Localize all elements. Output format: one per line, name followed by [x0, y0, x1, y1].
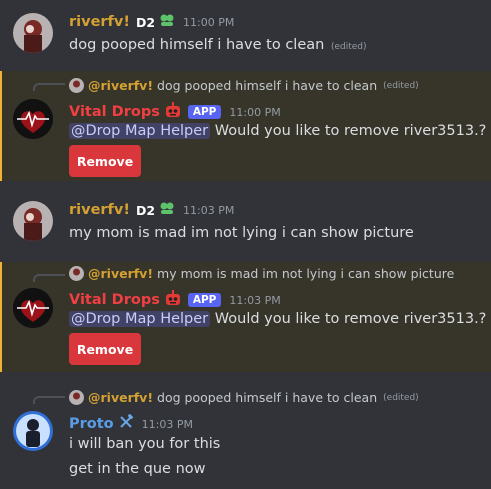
- message-vital-drops-2: @riverfv! my mom is mad im not lying i c…: [0, 262, 491, 372]
- app-badge: APP: [187, 105, 222, 119]
- username[interactable]: Vital Drops: [69, 104, 160, 120]
- edited-label: (edited): [330, 42, 367, 52]
- message-content: @Drop Map Helper Would you like to remov…: [69, 123, 486, 139]
- message-text: Would you like to remove river3513.?: [214, 311, 487, 327]
- timestamp[interactable]: 11:03 PM: [229, 294, 280, 307]
- robot-emoji-icon: [164, 102, 182, 122]
- reply-spine: [33, 83, 65, 91]
- avatar[interactable]: [13, 411, 53, 451]
- edited-label: (edited): [383, 80, 419, 91]
- role-mention[interactable]: @Drop Map Helper: [69, 311, 211, 327]
- timestamp[interactable]: 11:00 PM: [229, 106, 280, 119]
- avatar[interactable]: [13, 288, 53, 328]
- username[interactable]: riverfv!: [69, 14, 130, 30]
- reply-avatar: [69, 78, 84, 93]
- reply-spine: [33, 396, 65, 404]
- avatar[interactable]: [13, 99, 53, 139]
- guild-tag[interactable]: D2: [136, 15, 155, 30]
- message-text: my mom is mad im not lying i can show pi…: [69, 225, 414, 241]
- app-badge: APP: [187, 293, 222, 307]
- reply-text: dog pooped himself i have to clean: [157, 78, 378, 93]
- clover-badge-icon: [159, 13, 175, 31]
- username[interactable]: riverfv!: [69, 202, 130, 218]
- timestamp[interactable]: 11:03 PM: [142, 418, 193, 431]
- edited-label: (edited): [383, 392, 419, 403]
- reply-username[interactable]: @riverfv!: [88, 78, 153, 93]
- reply-text: my mom is mad im not lying i can show pi…: [157, 266, 455, 281]
- heartbeat-avatar-icon: [13, 288, 53, 328]
- robot-emoji-icon: [164, 290, 182, 310]
- reply-spine: [33, 274, 65, 282]
- reply-avatar: [69, 390, 84, 405]
- message-content: @Drop Map Helper Would you like to remov…: [69, 311, 486, 327]
- reply-avatar: [69, 266, 84, 281]
- avatar[interactable]: [13, 13, 53, 53]
- message-proto: @riverfv! dog pooped himself i have to c…: [0, 382, 491, 489]
- message-vital-drops-1: @riverfv! dog pooped himself i have to c…: [0, 71, 491, 181]
- message-followup: get in the que now: [69, 461, 206, 477]
- clover-badge-icon: [159, 201, 175, 219]
- username[interactable]: Proto: [69, 416, 114, 432]
- message-content: i will ban you for this: [69, 436, 220, 452]
- message-content: dog pooped himself i have to clean (edit…: [69, 37, 367, 53]
- timestamp[interactable]: 11:00 PM: [183, 16, 234, 29]
- remove-button[interactable]: Remove: [69, 145, 141, 177]
- timestamp[interactable]: 11:03 PM: [183, 204, 234, 217]
- remove-button[interactable]: Remove: [69, 333, 141, 365]
- reply-text: dog pooped himself i have to clean: [157, 390, 378, 405]
- reply-preview[interactable]: @riverfv! dog pooped himself i have to c…: [69, 390, 419, 405]
- message-text: dog pooped himself i have to clean: [69, 37, 325, 53]
- message-text: i will ban you for this: [69, 436, 221, 452]
- avatar[interactable]: [13, 201, 53, 241]
- username[interactable]: Vital Drops: [69, 292, 160, 308]
- guild-tag[interactable]: D2: [136, 203, 155, 218]
- message-riverfv-2: riverfv! D2 11:03 PM my mom is mad im no…: [0, 196, 491, 254]
- heartbeat-avatar-icon: [13, 99, 53, 139]
- reply-preview[interactable]: @riverfv! dog pooped himself i have to c…: [69, 78, 419, 93]
- message-riverfv-1: riverfv! D2 11:00 PM dog pooped himself …: [0, 8, 491, 66]
- hammer-wrench-icon: [118, 413, 134, 434]
- reply-preview[interactable]: @riverfv! my mom is mad im not lying i c…: [69, 266, 454, 281]
- message-content: my mom is mad im not lying i can show pi…: [69, 225, 414, 241]
- message-text: Would you like to remove river3513.?: [214, 123, 487, 139]
- role-mention[interactable]: @Drop Map Helper: [69, 123, 211, 139]
- reply-username[interactable]: @riverfv!: [88, 390, 153, 405]
- reply-username[interactable]: @riverfv!: [88, 266, 153, 281]
- message-text: get in the que now: [69, 461, 206, 477]
